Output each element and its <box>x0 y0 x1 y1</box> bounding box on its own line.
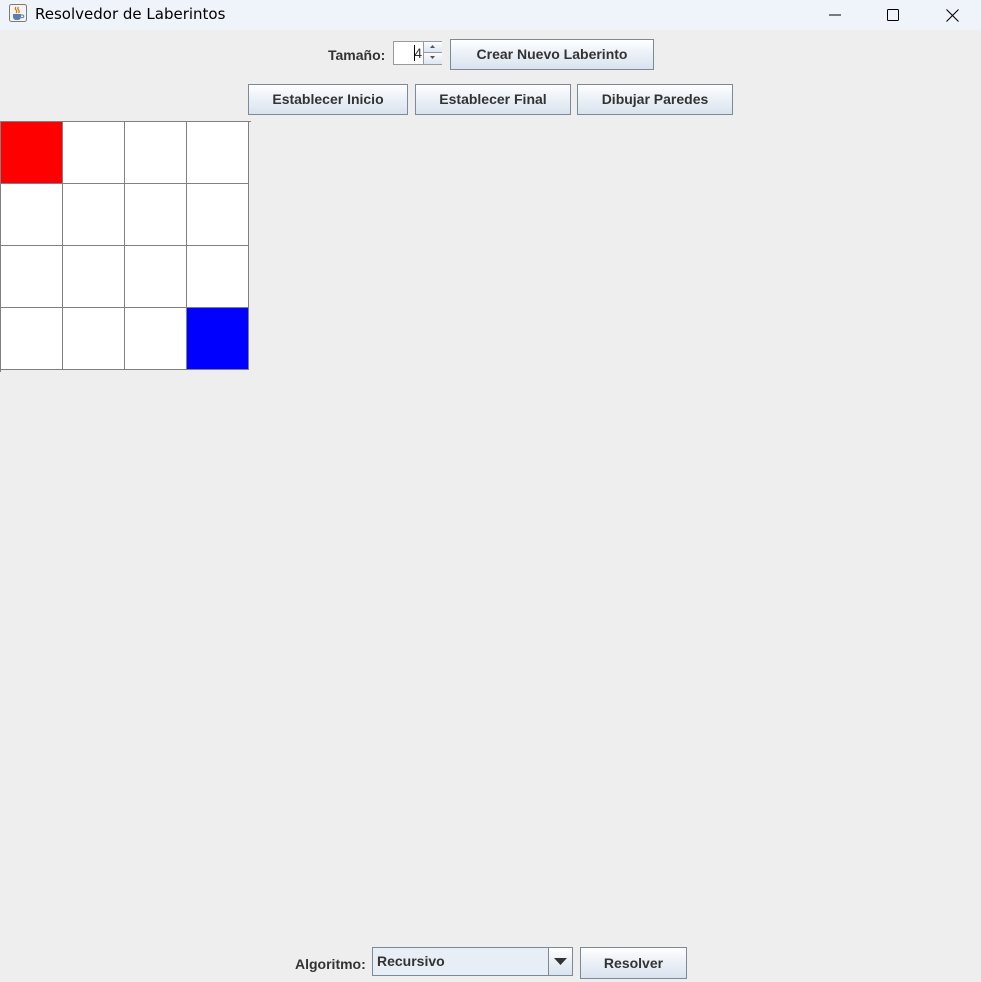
maze-cell-end[interactable] <box>187 308 249 370</box>
maze-cell-empty[interactable] <box>1 246 63 308</box>
maze-cell-empty[interactable] <box>125 122 187 184</box>
spin-down-button[interactable] <box>423 53 442 64</box>
maze-cell-empty[interactable] <box>125 308 187 370</box>
maze-cell-empty[interactable] <box>187 122 249 184</box>
maze-cell-empty[interactable] <box>125 184 187 246</box>
title-bar: Resolvedor de Laberintos <box>0 0 981 30</box>
maze-cell-empty[interactable] <box>63 308 125 370</box>
app-window: Resolvedor de Laberintos Tamaño: 4 Crear… <box>0 0 981 982</box>
minimize-icon <box>829 9 841 21</box>
maze-cell-empty[interactable] <box>187 246 249 308</box>
algorithm-label: Algoritmo: <box>295 956 366 972</box>
combo-arrow-button[interactable] <box>548 948 572 975</box>
maze-cell-empty[interactable] <box>1 184 63 246</box>
set-start-button[interactable]: Establecer Inicio <box>248 84 408 115</box>
maze-cell-empty[interactable] <box>63 184 125 246</box>
maximize-button[interactable] <box>864 0 922 30</box>
create-maze-button[interactable]: Crear Nuevo Laberinto <box>450 39 654 70</box>
size-label: Tamaño: <box>328 47 386 63</box>
algorithm-selected-value: Recursivo <box>377 953 445 969</box>
maze-cell-empty[interactable] <box>63 122 125 184</box>
maze-cell-empty[interactable] <box>1 308 63 370</box>
minimize-button[interactable] <box>806 0 864 30</box>
maze-cell-empty[interactable] <box>187 184 249 246</box>
maze-cell-empty[interactable] <box>125 246 187 308</box>
text-caret <box>414 45 415 61</box>
window-title: Resolvedor de Laberintos <box>35 5 226 23</box>
spin-up-button[interactable] <box>423 42 442 53</box>
maximize-icon <box>887 9 899 21</box>
solve-button[interactable]: Resolver <box>580 947 687 979</box>
maze-cell-empty[interactable] <box>63 246 125 308</box>
java-cup-icon <box>9 4 27 22</box>
algorithm-select[interactable]: Recursivo <box>372 947 573 976</box>
set-end-button[interactable]: Establecer Final <box>415 84 571 115</box>
size-input[interactable]: 4 <box>394 42 423 64</box>
maze-grid <box>0 121 251 372</box>
size-spinner[interactable]: 4 <box>393 41 442 65</box>
close-icon <box>945 8 959 22</box>
draw-walls-button[interactable]: Dibujar Paredes <box>577 84 733 115</box>
maze-cell-start[interactable] <box>1 122 63 184</box>
close-button[interactable] <box>923 0 981 30</box>
